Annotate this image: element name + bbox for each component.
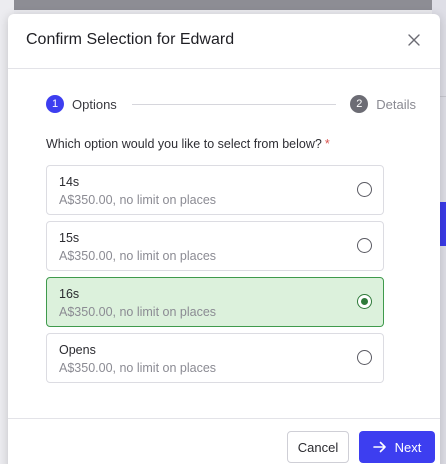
radio-button[interactable]	[357, 350, 372, 365]
step-number: 2	[350, 95, 369, 113]
option-description: A$350.00, no limit on places	[59, 249, 217, 263]
option-name: 16s	[59, 287, 80, 301]
radio-button-checked[interactable]	[357, 294, 372, 309]
step-label: Options	[72, 96, 117, 112]
confirm-selection-modal: Confirm Selection for Edward 1 Options 2…	[8, 14, 440, 464]
close-button[interactable]	[402, 28, 426, 52]
next-button[interactable]: Next	[359, 431, 435, 463]
option-16s[interactable]: 16s A$350.00, no limit on places	[46, 277, 384, 327]
radio-button[interactable]	[357, 238, 372, 253]
option-description: A$350.00, no limit on places	[59, 193, 217, 207]
stepper: 1 Options 2 Details	[46, 94, 416, 114]
close-icon	[408, 34, 420, 46]
radio-button[interactable]	[357, 182, 372, 197]
step-options[interactable]: 1 Options	[46, 94, 117, 114]
step-connector	[132, 104, 336, 105]
option-description: A$350.00, no limit on places	[59, 305, 217, 319]
radio-dot	[360, 297, 368, 305]
modal-title: Confirm Selection for Edward	[26, 31, 235, 48]
question-text: Which option would you like to select fr…	[46, 137, 322, 151]
option-list: 14s A$350.00, no limit on places 15s A$3…	[46, 165, 384, 389]
arrow-right-icon	[372, 441, 387, 453]
required-marker: *	[324, 137, 330, 151]
option-opens[interactable]: Opens A$350.00, no limit on places	[46, 333, 384, 383]
option-name: 15s	[59, 231, 80, 245]
question-label: Which option would you like to select fr…	[46, 137, 330, 151]
next-label: Next	[394, 439, 422, 455]
option-15s[interactable]: 15s A$350.00, no limit on places	[46, 221, 384, 271]
step-number: 1	[46, 95, 64, 113]
background-accent-bar	[440, 202, 446, 246]
cancel-button[interactable]: Cancel	[287, 431, 349, 463]
option-14s[interactable]: 14s A$350.00, no limit on places	[46, 165, 384, 215]
option-description: A$350.00, no limit on places	[59, 361, 217, 375]
modal-footer: Cancel Next	[8, 418, 440, 464]
step-details[interactable]: 2 Details	[350, 94, 416, 114]
option-name: Opens	[59, 343, 96, 357]
option-name: 14s	[59, 175, 80, 189]
step-label: Details	[376, 96, 416, 112]
background-page-top	[0, 0, 446, 10]
modal-header: Confirm Selection for Edward	[8, 14, 440, 69]
